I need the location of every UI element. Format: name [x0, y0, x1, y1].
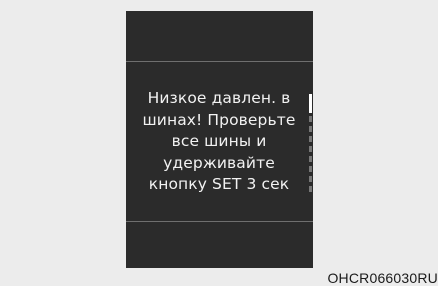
message-line-2: шинах! Проверьте [142, 110, 296, 129]
scroll-indicator [309, 94, 312, 192]
message-line-1: Низкое давлен. в [147, 89, 291, 107]
scroll-track [309, 116, 312, 192]
scroll-thumb [309, 94, 312, 113]
bottom-divider [126, 221, 313, 222]
message-line-4: удерживайте [163, 153, 275, 172]
message-line-3: все шины и [171, 132, 267, 150]
image-code-label: OHCR066030RU [327, 270, 438, 286]
top-divider [126, 61, 313, 62]
tire-pressure-warning-message: Низкое давлен. в шинах! Проверьте все ши… [138, 88, 300, 196]
instrument-cluster-display: Низкое давлен. в шинах! Проверьте все ши… [126, 11, 313, 268]
message-line-5: кнопку SET 3 сек [148, 175, 290, 193]
